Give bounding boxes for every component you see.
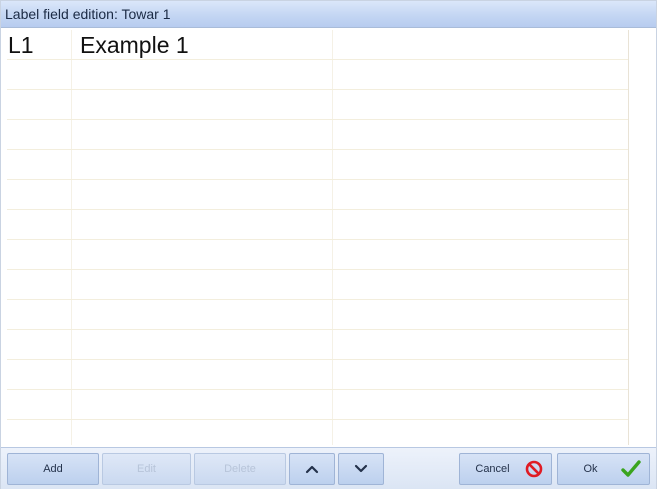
chevron-down-icon [354,464,368,474]
add-button[interactable]: Add [7,453,99,485]
cancel-button-label: Cancel [475,463,510,475]
label-field-edition-window: Label field edition: Towar 1 L1 Example … [0,0,657,489]
empty-row [7,240,628,270]
empty-row [7,150,628,180]
chevron-up-icon [305,464,319,474]
empty-row [7,270,628,300]
side-panel [631,30,656,445]
empty-row [7,330,628,360]
empty-row [7,60,628,90]
empty-row [7,180,628,210]
empty-row [7,420,628,445]
delete-button[interactable]: Delete [194,453,286,485]
checkmark-icon [621,460,641,478]
label-lines-list[interactable]: L1 Example 1 [7,30,629,445]
cancel-button[interactable]: Cancel [459,453,552,485]
ok-button[interactable]: Ok [557,453,650,485]
delete-button-label: Delete [224,463,256,475]
row-id: L1 [8,32,34,58]
edit-button-label: Edit [137,463,156,475]
empty-row [7,90,628,120]
move-down-button[interactable] [338,453,384,485]
empty-row [7,300,628,330]
edit-button[interactable]: Edit [102,453,191,485]
ok-button-label: Ok [583,463,598,475]
bottom-toolbar: Add Edit Delete Cancel Ok [1,447,656,489]
window-title: Label field edition: Towar 1 [5,6,171,22]
empty-row [7,120,628,150]
empty-row [7,210,628,240]
add-button-label: Add [43,463,63,475]
no-entry-icon [525,460,543,478]
title-bar: Label field edition: Towar 1 [1,1,656,28]
row-value: Example 1 [80,32,189,58]
list-row-1[interactable]: L1 Example 1 [7,30,628,60]
empty-row [7,360,628,390]
empty-row [7,390,628,420]
move-up-button[interactable] [289,453,335,485]
